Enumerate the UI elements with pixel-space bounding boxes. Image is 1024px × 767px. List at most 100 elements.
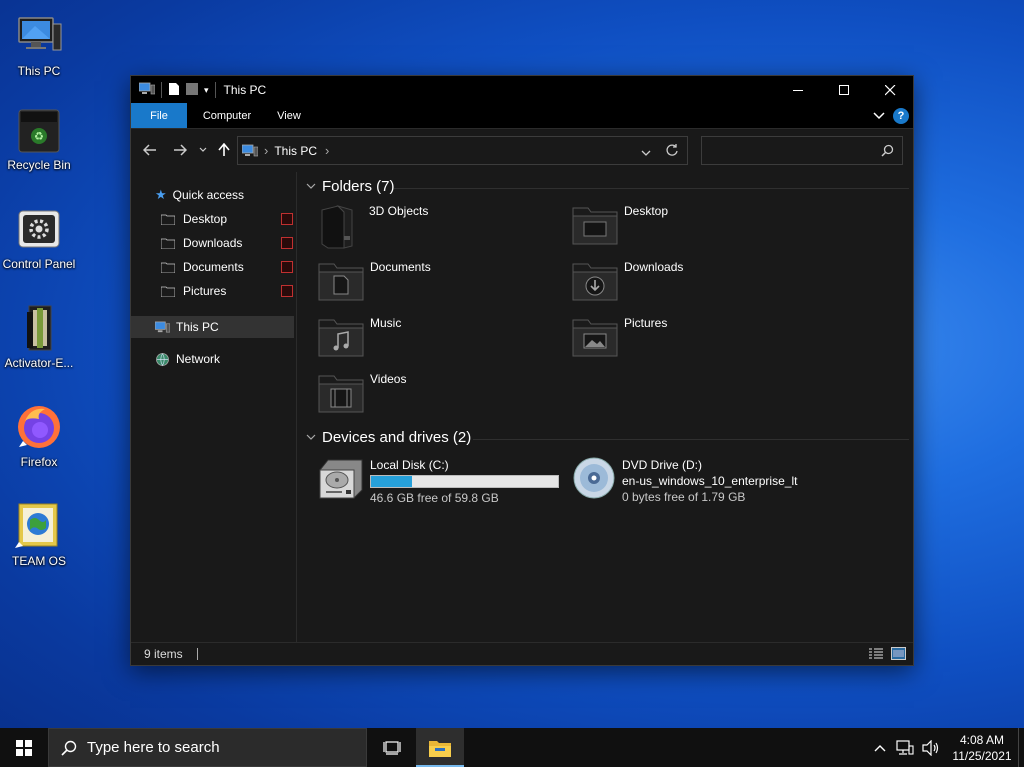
network-status-icon[interactable] <box>896 739 914 756</box>
task-view-icon <box>383 740 401 755</box>
search-icon <box>61 740 77 756</box>
tab-file[interactable]: File <box>131 103 187 128</box>
tab-view[interactable]: View <box>267 103 311 128</box>
content-pane: Folders (7) 3D Objects Desktop Documents <box>298 172 913 644</box>
desktop-icon-label: This PC <box>17 64 61 78</box>
file-explorer-icon <box>429 740 451 757</box>
close-button[interactable] <box>867 76 913 104</box>
title-bar: ▾ This PC <box>131 76 913 104</box>
drive-free-space: 0 bytes free of 1.79 GB <box>622 490 746 504</box>
status-bar: 9 items <box>131 642 913 665</box>
start-button[interactable] <box>0 728 48 767</box>
back-button[interactable] <box>141 140 159 160</box>
clock-date: 11/25/2021 <box>952 748 1012 763</box>
nav-label: Desktop <box>183 212 228 226</box>
search-input[interactable] <box>701 136 903 165</box>
drive-name: DVD Drive (D:) <box>622 458 702 472</box>
recent-locations-button[interactable] <box>197 140 209 160</box>
clock-time: 4:08 AM <box>959 732 1005 747</box>
folders-group-header[interactable]: Folders (7) <box>306 178 395 195</box>
drive-tile-dvd[interactable]: DVD Drive (D:) en-us_windows_10_enterpri… <box>572 456 812 504</box>
folder-name: Desktop <box>624 204 669 218</box>
documents-folder-icon <box>318 260 364 302</box>
folder-tile[interactable]: 3D Objects <box>318 204 428 249</box>
dvd-drive-icon <box>572 456 618 500</box>
show-hidden-icons-chevron-icon[interactable] <box>874 744 886 752</box>
ribbon-tab-bar: File Computer View ? <box>131 103 913 129</box>
nav-item-network[interactable]: Network <box>155 348 220 370</box>
address-row: › This PC › <box>131 129 913 171</box>
nav-quick-access[interactable]: ★ Quick access <box>155 184 244 206</box>
drive-usage-fill <box>371 476 413 487</box>
folder-tile[interactable]: Desktop <box>572 204 668 246</box>
desktop-icon-team-os[interactable]: TEAM OS <box>0 502 78 568</box>
forward-button[interactable] <box>171 140 189 160</box>
minimize-button[interactable] <box>775 76 821 104</box>
windows-logo-icon <box>16 739 32 756</box>
desktop-icon-this-pc[interactable]: This PC <box>0 12 78 78</box>
show-desktop-button[interactable] <box>1018 728 1024 767</box>
desktop-icon-label: Firefox <box>20 455 58 469</box>
new-document-icon[interactable] <box>168 82 180 99</box>
hard-disk-icon <box>318 456 364 500</box>
collapse-chevron-icon <box>306 434 316 441</box>
customize-quick-access-icon[interactable]: ▾ <box>204 85 209 96</box>
recycle-bin-icon: ♻ <box>15 106 63 154</box>
address-bar[interactable]: › This PC › <box>237 136 688 165</box>
large-icons-view-icon[interactable] <box>891 647 906 660</box>
desktop-icon-control-panel[interactable]: Control Panel <box>0 205 78 271</box>
nav-item-desktop[interactable]: Desktop <box>161 208 227 230</box>
desktop-icon-label: Activator-E... <box>4 356 74 370</box>
navigation-pane: ★ Quick access Desktop Downloads Documen… <box>131 172 297 644</box>
taskbar-search-box[interactable]: Type here to search <box>48 728 367 767</box>
drive-free-space: 46.6 GB free of 59.8 GB <box>370 491 499 505</box>
help-button[interactable]: ? <box>893 108 909 124</box>
group-title: Devices and drives (2) <box>322 429 472 446</box>
nav-label: Documents <box>183 260 244 274</box>
nav-item-downloads[interactable]: Downloads <box>161 232 242 254</box>
group-divider <box>394 188 909 189</box>
volume-icon[interactable] <box>922 739 940 756</box>
nav-item-documents[interactable]: Documents <box>161 256 244 278</box>
folder-tile[interactable]: Videos <box>318 372 406 414</box>
search-icon <box>881 144 894 160</box>
details-view-icon[interactable] <box>869 648 883 660</box>
maximize-button[interactable] <box>821 76 867 104</box>
drive-usage-bar <box>370 475 559 488</box>
taskbar-clock[interactable]: 4:08 AM 11/25/2021 <box>946 732 1018 764</box>
task-view-button[interactable] <box>368 728 416 767</box>
breadcrumb-separator[interactable]: › <box>325 143 329 158</box>
refresh-icon[interactable] <box>665 143 679 160</box>
breadcrumb-separator[interactable]: › <box>264 143 268 158</box>
taskbar-file-explorer[interactable] <box>416 728 464 767</box>
pin-icon <box>281 237 293 249</box>
folder-tile[interactable]: Music <box>318 316 401 358</box>
folder-tile[interactable]: Pictures <box>572 316 667 358</box>
folder-tile[interactable]: Documents <box>318 260 431 302</box>
nav-item-this-pc[interactable]: This PC <box>131 316 294 338</box>
folder-tile[interactable]: Downloads <box>572 260 683 302</box>
drive-tile-local-disk[interactable]: Local Disk (C:) 46.6 GB free of 59.8 GB <box>318 456 560 505</box>
folder-name: Pictures <box>624 316 668 330</box>
address-dropdown-icon[interactable] <box>641 146 651 160</box>
3d-objects-icon <box>318 204 364 249</box>
folder-name: Videos <box>370 372 407 386</box>
breadcrumb-this-pc[interactable]: This PC <box>274 144 317 158</box>
desktop-icon-firefox[interactable]: Firefox <box>0 403 78 469</box>
folder-small-icon <box>161 214 175 225</box>
nav-label: Downloads <box>183 236 243 250</box>
music-folder-icon <box>318 316 364 358</box>
desktop-icon-label: TEAM OS <box>11 554 66 568</box>
system-tray: 4:08 AM 11/25/2021 <box>874 728 1024 767</box>
expand-ribbon-icon[interactable] <box>873 109 885 123</box>
network-icon <box>155 352 170 367</box>
folder-name: Documents <box>370 260 431 274</box>
tab-computer[interactable]: Computer <box>187 103 267 128</box>
team-os-icon <box>15 502 63 550</box>
up-button[interactable] <box>215 140 233 160</box>
drives-group-header[interactable]: Devices and drives (2) <box>306 429 471 446</box>
nav-item-pictures[interactable]: Pictures <box>161 280 226 302</box>
new-folder-icon[interactable] <box>186 82 198 99</box>
desktop-icon-activator[interactable]: Activator-E... <box>0 304 78 370</box>
desktop-icon-recycle-bin[interactable]: ♻ Recycle Bin <box>0 106 78 172</box>
